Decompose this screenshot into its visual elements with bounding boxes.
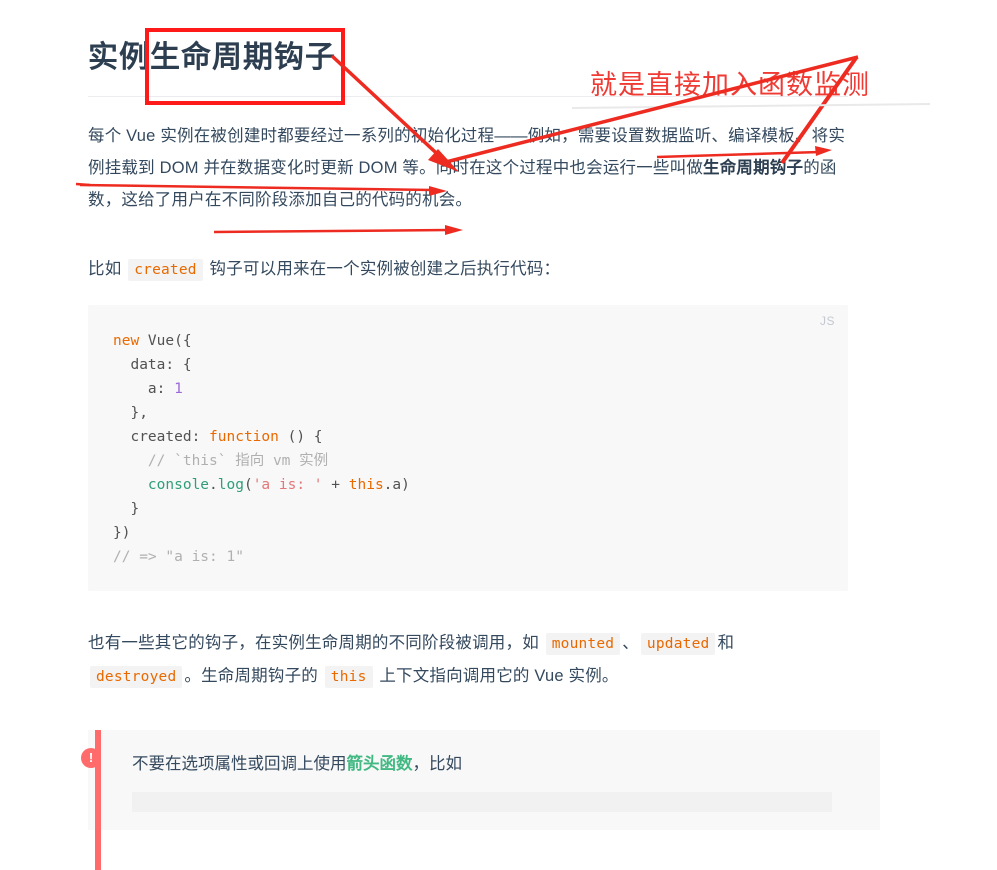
- paragraph-lifecycle-intro: 每个 Vue 实例在被创建时都要经过一系列的初始化过程——例如，需要设置数据监听…: [88, 120, 848, 216]
- intro-strong-lifecycle-hooks: 生命周期钩子: [703, 158, 804, 177]
- warning-text-part2: ，比如: [412, 754, 463, 773]
- code-token: }): [113, 524, 131, 541]
- warning-inner-code-block: [132, 791, 832, 812]
- code-token: // `this` 指向 vm 实例: [113, 452, 329, 469]
- inline-code-this: this: [324, 665, 373, 688]
- code-token: function: [209, 428, 279, 445]
- inline-code-updated: updated: [640, 632, 716, 655]
- other-text-part4: 上下文指向调用它的 Vue 实例。: [379, 666, 619, 685]
- warning-exclamation-icon: !: [81, 747, 101, 768]
- paragraph-other-hooks: 也有一些其它的钩子，在实例生命周期的不同阶段被调用，如 mounted、 upda…: [88, 627, 848, 693]
- code-token: this: [348, 476, 384, 493]
- code-token: created:: [113, 428, 210, 445]
- code-token: log: [217, 476, 244, 493]
- heading-divider: [88, 95, 848, 97]
- inline-code-destroyed: destroyed: [90, 665, 183, 688]
- created-text-part2: 钩子可以用来在一个实例被创建之后执行代码：: [209, 259, 561, 278]
- code-token: }: [113, 500, 140, 517]
- created-text-part1: 比如: [88, 259, 122, 278]
- other-text-part3: 。生命周期钩子的: [184, 666, 318, 685]
- code-token: new: [113, 332, 140, 349]
- code-block-js: JS new Vue({ data: { a: 1 }, created: fu…: [88, 304, 848, 591]
- code-token: (: [243, 476, 253, 493]
- warning-text-part1: 不要在选项属性或回调上使用: [132, 754, 347, 773]
- code-token: data: {: [113, 356, 192, 373]
- code-content[interactable]: new Vue({ data: { a: 1 }, created: funct…: [113, 329, 823, 569]
- code-token: .: [209, 476, 218, 493]
- page-title: 实例生命周期钩子: [88, 41, 336, 74]
- code-token: .a): [383, 476, 410, 493]
- warning-callout: ! 不要在选项属性或回调上使用箭头函数，比如: [81, 729, 880, 870]
- code-token: },: [113, 404, 148, 421]
- code-token: 1: [174, 380, 183, 397]
- other-text-part2: 和: [717, 633, 735, 652]
- code-token: Vue({: [139, 332, 192, 349]
- code-language-label: JS: [819, 313, 835, 328]
- code-token: +: [322, 476, 349, 493]
- code-token: console: [113, 476, 210, 493]
- warning-text: 不要在选项属性或回调上使用箭头函数，比如: [132, 750, 880, 778]
- code-token: 'a is: ': [252, 476, 323, 493]
- document-page: 实例生命周期钩子 每个 Vue 实例在被创建时都要经过一系列的初始化过程——例如…: [81, 0, 880, 870]
- warning-link-arrow-function[interactable]: 箭头函数: [347, 755, 413, 773]
- other-separator-1: 、: [622, 633, 639, 652]
- code-token: // => "a is: 1": [113, 548, 244, 565]
- paragraph-created-hook: 比如 created 钩子可以用来在一个实例被创建之后执行代码：: [88, 253, 848, 286]
- code-token: () {: [278, 428, 323, 445]
- inline-code-created: created: [128, 258, 203, 281]
- inline-code-mounted: mounted: [545, 632, 621, 655]
- code-token: a:: [113, 380, 175, 397]
- other-text-part1: 也有一些其它的钩子，在实例生命周期的不同阶段被调用，如: [88, 633, 539, 652]
